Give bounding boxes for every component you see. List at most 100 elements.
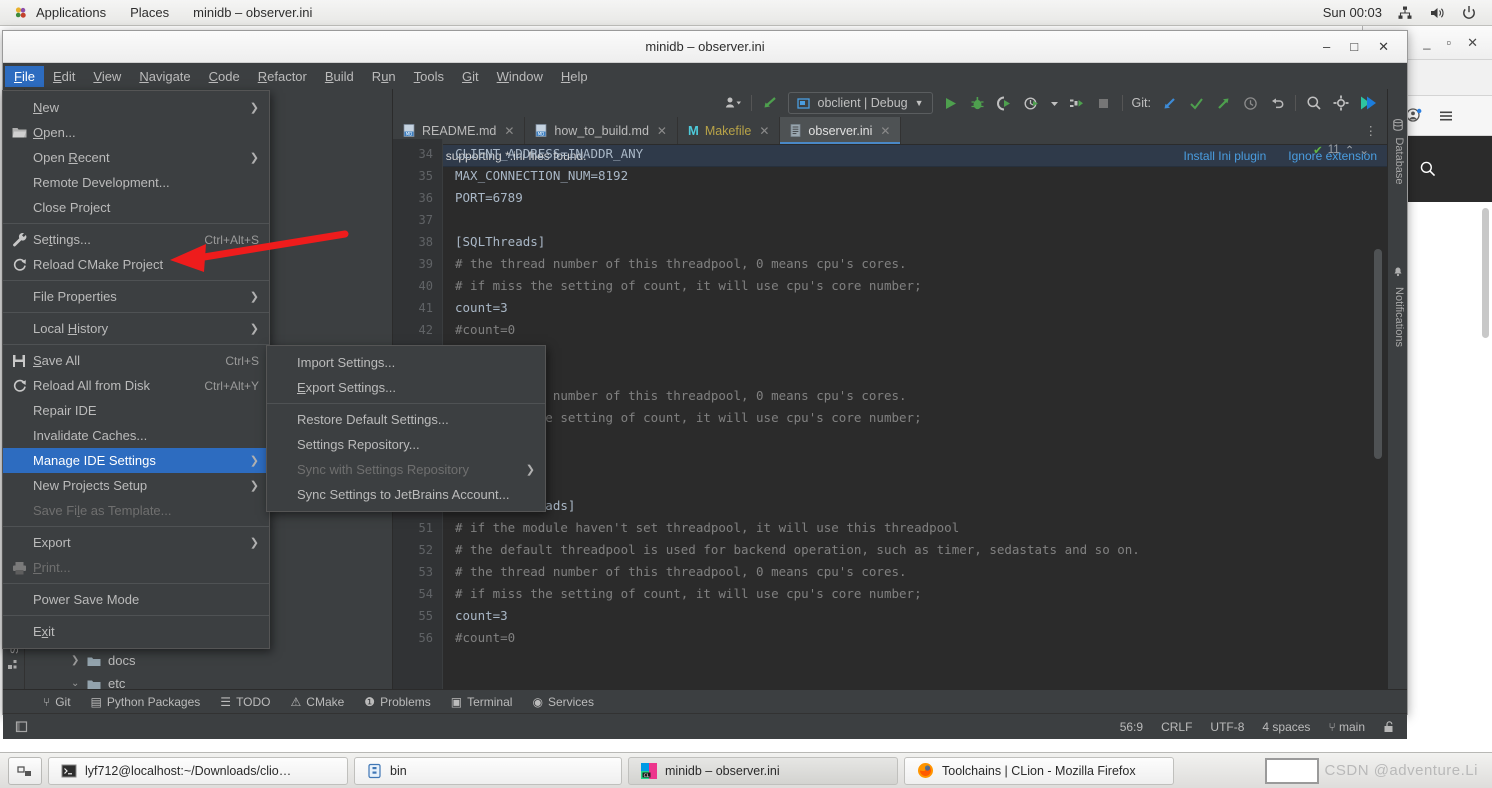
- file-menu-item-reload-all-from-disk[interactable]: Reload All from Disk Ctrl+Alt+Y: [3, 373, 269, 398]
- code-line[interactable]: MAX_CONNECTION_NUM=8192: [455, 165, 1387, 187]
- menubar-item-git[interactable]: Git: [453, 66, 488, 87]
- volume-icon[interactable]: [1428, 4, 1446, 22]
- code-line[interactable]: # the default threadpool is used for bac…: [455, 539, 1387, 561]
- statusbar-branch[interactable]: ⑂ main: [1328, 720, 1365, 734]
- inspection-next-icon[interactable]: ⌄: [1359, 143, 1369, 157]
- git-commit-icon[interactable]: [1187, 94, 1205, 112]
- git-history-icon[interactable]: [1241, 94, 1259, 112]
- run-configuration-selector[interactable]: obclient | Debug ▼: [787, 92, 933, 114]
- menubar-item-run[interactable]: Run: [363, 66, 405, 87]
- menubar-item-window[interactable]: Window: [488, 66, 552, 87]
- file-menu-item-reload-cmake-project[interactable]: Reload CMake Project: [3, 252, 269, 277]
- close-icon[interactable]: ✕: [657, 124, 667, 138]
- background-maximize-button[interactable]: ▫: [1446, 35, 1451, 50]
- settings-gear-icon[interactable]: [1332, 94, 1350, 112]
- rollback-icon[interactable]: [1268, 94, 1286, 112]
- clock-label[interactable]: Sun 00:03: [1323, 5, 1382, 20]
- code-line[interactable]: [DefaultThreads]: [455, 495, 1387, 517]
- taskbar-item-firefox[interactable]: Toolchains | CLion - Mozilla Firefox: [904, 756, 1174, 785]
- file-menu-item-save-all[interactable]: Save All Ctrl+S: [3, 348, 269, 373]
- menubar-item-edit[interactable]: Edit: [44, 66, 84, 87]
- profile-icon[interactable]: [1023, 94, 1041, 112]
- inspection-prev-icon[interactable]: ⌃: [1345, 143, 1355, 157]
- taskbar-item-bin[interactable]: bin: [354, 756, 622, 785]
- bottom-tool-todo[interactable]: ☰ TODO: [220, 695, 270, 709]
- run-with-coverage-icon[interactable]: [996, 94, 1014, 112]
- statusbar-indent[interactable]: 4 spaces: [1262, 720, 1310, 734]
- code-line[interactable]: # the thread number of this threadpool, …: [455, 385, 1387, 407]
- menubar-item-code[interactable]: Code: [200, 66, 249, 87]
- file-menu-popup[interactable]: New ❯ Open... Open Recent ❯ Remote Developmen…: [2, 90, 270, 649]
- git-push-icon[interactable]: [1214, 94, 1232, 112]
- close-icon[interactable]: ✕: [759, 124, 769, 138]
- stop-icon[interactable]: [1095, 94, 1113, 112]
- file-menu-item-repair-ide[interactable]: Repair IDE: [3, 398, 269, 423]
- attach-icon[interactable]: [1068, 94, 1086, 112]
- debug-icon[interactable]: [969, 94, 987, 112]
- show-desktop-icon[interactable]: [8, 756, 42, 785]
- menubar-item-tools[interactable]: Tools: [405, 66, 453, 87]
- chevron-right-icon[interactable]: ❯: [71, 655, 80, 666]
- code-line[interactable]: [SQLThreads]: [455, 231, 1387, 253]
- close-icon[interactable]: ✕: [880, 124, 890, 138]
- menubar-item-build[interactable]: Build: [316, 66, 363, 87]
- bottom-tool-python-packages[interactable]: ▤ Python Packages: [91, 695, 201, 709]
- code-line[interactable]: # if miss the setting of count, it will …: [455, 275, 1387, 297]
- network-icon[interactable]: [1396, 4, 1414, 22]
- bottom-tool-problems[interactable]: ❶ Problems: [364, 695, 430, 709]
- bottom-tool-git[interactable]: ⑂ Git: [43, 695, 71, 709]
- inspection-widget[interactable]: ✔ 11 ⌃ ⌄: [1313, 143, 1369, 157]
- menubar-item-refactor[interactable]: Refactor: [249, 66, 316, 87]
- places-menu[interactable]: Places: [118, 0, 181, 26]
- file-menu-item-close-project[interactable]: Close Project: [3, 195, 269, 220]
- statusbar-encoding[interactable]: UTF-8: [1210, 720, 1244, 734]
- statusbar-caret-position[interactable]: 56:9: [1120, 720, 1143, 734]
- menubar-item-view[interactable]: View: [84, 66, 130, 87]
- file-menu-item-new[interactable]: New ❯: [3, 95, 269, 120]
- code-line[interactable]: #count=0: [455, 319, 1387, 341]
- code-line[interactable]: # if miss the setting of count, it will …: [455, 583, 1387, 605]
- background-close-button[interactable]: ✕: [1467, 35, 1478, 51]
- code-line[interactable]: count=3: [455, 429, 1387, 451]
- menubar-item-navigate[interactable]: Navigate: [130, 66, 199, 87]
- search-icon[interactable]: [1419, 160, 1437, 178]
- chevron-down-icon[interactable]: ▼: [915, 98, 924, 108]
- menubar-item-file[interactable]: File: [5, 65, 44, 87]
- file-menu-item-open-recent[interactable]: Open Recent ❯: [3, 145, 269, 170]
- background-minimize-button[interactable]: _: [1423, 35, 1430, 50]
- manage-settings-item-restore-default-settings[interactable]: Restore Default Settings...: [267, 407, 545, 432]
- notifications-tool-button[interactable]: Notifications: [1393, 272, 1405, 362]
- taskbar-tray-area[interactable]: [1264, 757, 1319, 784]
- taskbar-item-clion[interactable]: CL minidb – observer.ini: [628, 756, 898, 785]
- code-line[interactable]: # the thread number of this threadpool, …: [455, 561, 1387, 583]
- menubar-item-help[interactable]: Help: [552, 66, 597, 87]
- code-line[interactable]: count=3: [455, 605, 1387, 627]
- code-line[interactable]: CLIENT_ADDRESS=INADDR_ANY: [455, 143, 1387, 165]
- active-window-title[interactable]: minidb – observer.ini: [181, 0, 324, 26]
- file-menu-item-file-properties[interactable]: File Properties ❯: [3, 284, 269, 309]
- statusbar-line-separator[interactable]: CRLF: [1161, 720, 1192, 734]
- editor-scrollbar[interactable]: [1374, 249, 1382, 459]
- close-icon[interactable]: ✕: [504, 124, 514, 138]
- code-line[interactable]: [IOThreads]: [455, 363, 1387, 385]
- search-everywhere-icon[interactable]: [1305, 94, 1323, 112]
- file-menu-item-manage-ide-settings[interactable]: Manage IDE Settings ❯: [3, 448, 269, 473]
- file-menu-item-new-projects-setup[interactable]: New Projects Setup ❯: [3, 473, 269, 498]
- structure-icon[interactable]: [8, 659, 20, 671]
- code-line[interactable]: # if the module haven't set threadpool, …: [455, 517, 1387, 539]
- hamburger-menu-icon[interactable]: [1437, 107, 1455, 125]
- manage-settings-item-export-settings[interactable]: Export Settings...: [267, 375, 545, 400]
- taskbar-item-terminal[interactable]: lyf712@localhost:~/Downloads/clio…: [48, 756, 348, 785]
- code-line[interactable]: [455, 473, 1387, 495]
- file-menu-item-export[interactable]: Export ❯: [3, 530, 269, 555]
- bottom-tool-cmake[interactable]: ⚠ CMake: [291, 695, 345, 709]
- code-line[interactable]: [455, 341, 1387, 363]
- git-update-icon[interactable]: [1160, 94, 1178, 112]
- ide-logo-icon[interactable]: [1359, 94, 1377, 112]
- file-menu-item-settings[interactable]: Settings... Ctrl+Alt+S: [3, 227, 269, 252]
- code-line[interactable]: # the thread number of this threadpool, …: [455, 253, 1387, 275]
- unlocked-icon[interactable]: [1383, 720, 1395, 734]
- background-scrollbar[interactable]: [1482, 208, 1489, 338]
- statusbar-layout-icon[interactable]: [15, 720, 29, 734]
- account-icon[interactable]: [724, 94, 742, 112]
